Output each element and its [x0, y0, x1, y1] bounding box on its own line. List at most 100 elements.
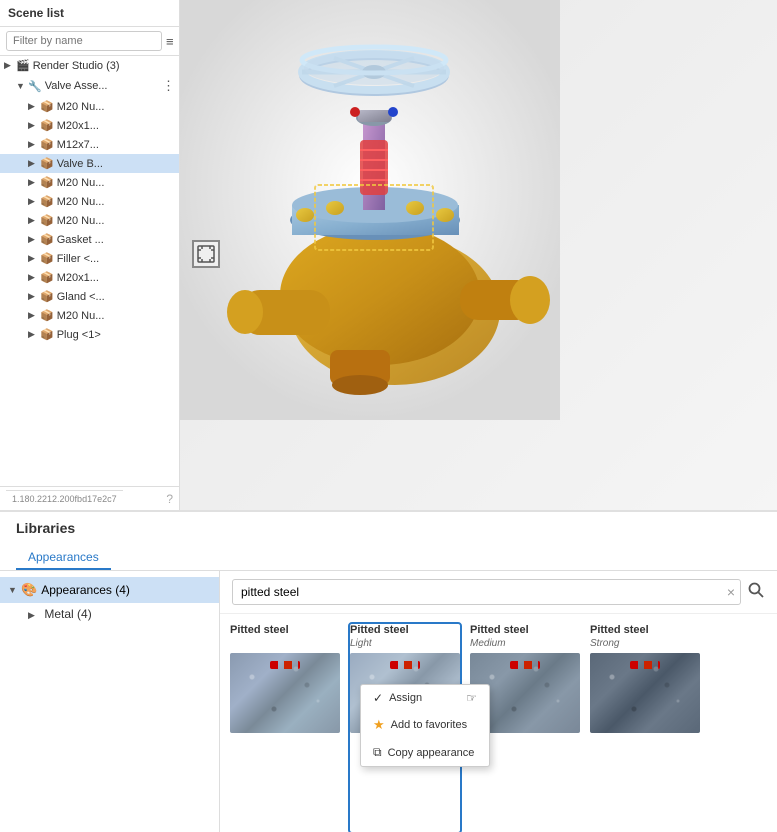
material-card-pitted-steel-base[interactable]: Pitted steel — [230, 624, 340, 832]
material-sub: Strong — [590, 638, 700, 649]
copy-label: Copy appearance — [388, 747, 475, 759]
part-icon: 📦 — [40, 176, 54, 189]
assembly-icon: 🔧 — [28, 80, 42, 93]
part-icon: 📦 — [40, 157, 54, 170]
tree-item[interactable]: ▶ 📦 M20 Nu... — [0, 97, 179, 116]
tree-item[interactable]: ▶ 📦 M20x1... — [0, 116, 179, 135]
material-sub: Light — [350, 638, 460, 649]
libraries-header: Libraries — [0, 512, 777, 544]
more-options-icon[interactable]: ⋮ — [162, 78, 175, 94]
tree-item[interactable]: ▶ 📦 Gland <... — [0, 287, 179, 306]
tree-item[interactable]: ▶ 📦 Plug <1> — [0, 325, 179, 344]
chevron-down-icon: ▼ — [8, 585, 18, 595]
context-menu-favorites[interactable]: ★ Add to favorites — [361, 711, 489, 739]
valve-3d-model — [180, 0, 560, 420]
item-label: Valve B... — [57, 158, 103, 170]
chevron-right-icon: ▶ — [28, 120, 38, 131]
item-label: M20x1... — [57, 120, 99, 132]
chevron-right-icon: ▶ — [28, 158, 38, 169]
list-icon[interactable]: ≡ — [166, 34, 174, 49]
tree-item[interactable]: ▶ 📦 M12x7... — [0, 135, 179, 154]
search-button[interactable] — [747, 581, 765, 604]
chevron-right-icon: ▶ — [28, 272, 38, 283]
assembly-label: Valve Asse... — [45, 80, 108, 92]
chevron-right-icon: ▶ — [28, 215, 38, 226]
item-label: Gland <... — [57, 291, 105, 303]
chevron-right-icon: ▶ — [28, 139, 38, 150]
assign-icon: ✓ — [373, 691, 383, 705]
tab-appearances[interactable]: Appearances — [16, 544, 111, 570]
search-input[interactable] — [232, 579, 741, 605]
part-icon: 📦 — [40, 233, 54, 246]
part-icon: 📦 — [40, 119, 54, 132]
filter-input[interactable] — [6, 31, 162, 51]
chevron-right-icon: ▶ — [28, 610, 38, 621]
filter-bar: ≡ — [0, 27, 179, 56]
appearances-label: Appearances (4) — [41, 583, 130, 597]
item-label: M20 Nu... — [57, 196, 105, 208]
libraries-content: ▼ 🎨 Appearances (4) ▶ Metal (4) × — [0, 571, 777, 832]
tree-item-selected[interactable]: ▶ 📦 Valve B... — [0, 154, 179, 173]
material-name: Pitted steel — [350, 624, 460, 637]
context-menu: ✓ Assign ☞ ★ Add to favorites ⧉ Copy app… — [360, 684, 490, 767]
cursor-icon: ☞ — [466, 691, 477, 705]
assign-label: Assign — [389, 692, 422, 704]
material-name: Pitted steel — [470, 624, 580, 637]
part-icon: 📦 — [40, 138, 54, 151]
item-label: Filler <... — [57, 253, 99, 265]
part-icon: 📦 — [40, 328, 54, 341]
scene-list-header: Scene list — [0, 0, 179, 27]
item-label: M12x7... — [57, 139, 99, 151]
tree-item[interactable]: ▶ 📦 Gasket ... — [0, 230, 179, 249]
context-menu-copy[interactable]: ⧉ Copy appearance — [361, 739, 489, 766]
libraries-right-panel: × Pitted steel — [220, 571, 777, 832]
metal-sub-item[interactable]: ▶ Metal (4) — [0, 603, 219, 625]
star-icon: ★ — [373, 717, 385, 733]
help-icon[interactable]: ? — [166, 492, 173, 506]
material-thumbnail — [230, 653, 340, 733]
copy-icon: ⧉ — [373, 745, 382, 760]
part-icon: 📦 — [40, 252, 54, 265]
libraries-tabs: Appearances — [0, 544, 777, 571]
scene-root-item[interactable]: ▶ 🎬 Render Studio (3) — [0, 56, 179, 75]
chevron-down-icon: ▼ — [16, 81, 26, 91]
appearances-tree: ▼ 🎨 Appearances (4) ▶ Metal (4) — [0, 571, 219, 631]
tree-item[interactable]: ▶ 📦 M20 Nu... — [0, 173, 179, 192]
part-icon: 📦 — [40, 195, 54, 208]
scene-root-label: Render Studio (3) — [33, 60, 120, 72]
material-card-pitted-steel-light[interactable]: Pitted steel Light ✓ Assign ☞ ★ — [350, 624, 460, 832]
material-name: Pitted steel — [230, 624, 340, 637]
focus-icon[interactable] — [192, 240, 220, 268]
item-label: M20 Nu... — [57, 215, 105, 227]
chevron-right-icon: ▶ — [28, 101, 38, 112]
appearances-root-item[interactable]: ▼ 🎨 Appearances (4) — [0, 577, 219, 603]
material-grid: Pitted steel Pitted steel Light — [220, 614, 777, 832]
tree-item[interactable]: ▶ 📦 Filler <... — [0, 249, 179, 268]
part-icon: 📦 — [40, 214, 54, 227]
item-label: Plug <1> — [57, 329, 101, 341]
item-label: M20x1... — [57, 272, 99, 284]
part-icon: 📦 — [40, 271, 54, 284]
item-label: M20 Nu... — [57, 101, 105, 113]
material-card-pitted-steel-strong[interactable]: Pitted steel Strong — [590, 624, 700, 832]
search-input-wrapper: × — [232, 579, 741, 605]
context-menu-assign[interactable]: ✓ Assign ☞ — [361, 685, 489, 711]
tree-item[interactable]: ▶ 📦 M20 Nu... — [0, 192, 179, 211]
version-label: 1.180.2212.200fbd17e2c7 — [6, 490, 123, 507]
scene-icon: 🎬 — [16, 59, 30, 72]
material-sub — [230, 638, 340, 649]
metal-label: Metal (4) — [44, 607, 91, 621]
part-icon: 📦 — [40, 309, 54, 322]
part-icon: 📦 — [40, 100, 54, 113]
chevron-right-icon: ▶ — [28, 234, 38, 245]
assembly-item[interactable]: ▼ 🔧 Valve Asse... ⋮ — [0, 75, 179, 97]
search-bar: × — [220, 571, 777, 614]
chevron-right-icon: ▶ — [28, 310, 38, 321]
material-thumbnail — [590, 653, 700, 733]
clear-search-button[interactable]: × — [727, 584, 735, 600]
scene-list-panel: Scene list ≡ ▶ 🎬 Render Studio (3) ▼ 🔧 V… — [0, 0, 180, 510]
tree-item[interactable]: ▶ 📦 M20 Nu... — [0, 211, 179, 230]
item-label: Gasket ... — [57, 234, 104, 246]
tree-item[interactable]: ▶ 📦 M20 Nu... — [0, 306, 179, 325]
tree-item[interactable]: ▶ 📦 M20x1... — [0, 268, 179, 287]
